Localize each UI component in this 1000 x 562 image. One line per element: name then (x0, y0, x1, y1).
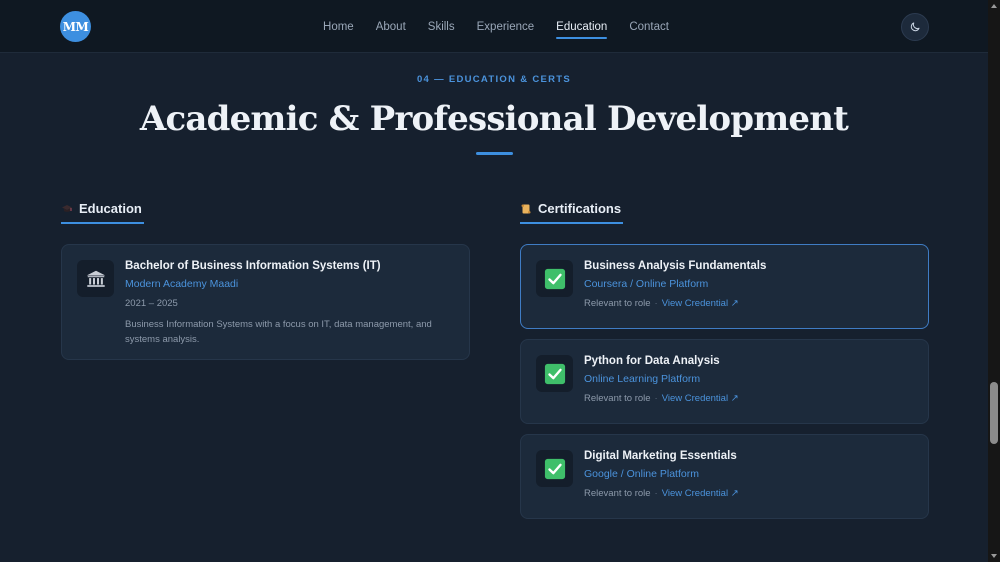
graduation-cap-icon (62, 204, 72, 212)
relevance-label: Relevant to role (584, 488, 651, 499)
certification-title: Python for Data Analysis (584, 355, 720, 367)
nav-home[interactable]: Home (323, 21, 354, 33)
section-eyebrow: 04 — EDUCATION & CERTS (416, 74, 572, 85)
scroll-down-arrow-icon[interactable] (991, 554, 997, 558)
certification-card[interactable]: Business Analysis Fundamentals Coursera … (520, 244, 929, 329)
main-nav: Home About Skills Experience Education C… (0, 0, 988, 53)
certification-card[interactable]: Digital Marketing Essentials Google / On… (520, 434, 929, 519)
meta-separator: · (654, 488, 658, 499)
page-scrollbar[interactable] (988, 0, 1000, 562)
scroll-icon (521, 204, 531, 213)
certification-meta: Relevant to role · View Credential ↗ (584, 393, 739, 404)
certification-icon-box (536, 260, 573, 297)
certifications-heading: Certifications (520, 201, 624, 224)
theme-toggle-button[interactable] (901, 13, 929, 41)
page-title: Academic & Professional Development (139, 99, 849, 139)
meta-separator: · (654, 393, 658, 404)
relevance-label: Relevant to role (584, 393, 651, 404)
certification-provider: Coursera / Online Platform (584, 278, 709, 290)
relevance-label: Relevant to role (584, 298, 651, 309)
view-credential-link[interactable]: View Credential ↗ (662, 488, 739, 499)
degree-title: Bachelor of Business Information Systems… (125, 260, 381, 272)
certifications-heading-label: Certifications (538, 201, 622, 216)
top-navigation-bar: MM Home About Skills Experience Educatio… (0, 0, 988, 53)
check-mark-icon (544, 268, 565, 289)
scrollbar-thumb[interactable] (990, 382, 998, 444)
institution-name: Modern Academy Maadi (125, 278, 239, 290)
education-heading-label: Education (79, 201, 142, 216)
certification-meta: Relevant to role · View Credential ↗ (584, 488, 739, 499)
classical-building-icon (86, 270, 105, 287)
scroll-up-arrow-icon[interactable] (991, 4, 997, 8)
certification-card[interactable]: Python for Data Analysis Online Learning… (520, 339, 929, 424)
check-mark-icon (544, 363, 565, 384)
education-description: Business Information Systems with a focu… (125, 319, 432, 345)
education-icon-box (77, 260, 114, 297)
nav-contact[interactable]: Contact (629, 21, 669, 33)
education-card: Bachelor of Business Information Systems… (61, 244, 470, 360)
meta-separator: · (654, 298, 658, 309)
certification-meta: Relevant to role · View Credential ↗ (584, 298, 739, 309)
nav-experience[interactable]: Experience (477, 21, 535, 33)
nav-skills[interactable]: Skills (428, 21, 455, 33)
certification-icon-box (536, 355, 573, 392)
certification-title: Digital Marketing Essentials (584, 450, 737, 462)
nav-about[interactable]: About (376, 21, 406, 33)
moon-icon (910, 22, 920, 32)
check-mark-icon (544, 458, 565, 479)
certification-provider: Online Learning Platform (584, 373, 701, 385)
certification-icon-box (536, 450, 573, 487)
certification-title: Business Analysis Fundamentals (584, 260, 767, 272)
certification-provider: Google / Online Platform (584, 468, 699, 480)
title-underline (476, 152, 513, 155)
nav-education[interactable]: Education (556, 21, 608, 39)
education-heading: Education (61, 201, 144, 224)
education-years: 2021 – 2025 (125, 298, 178, 309)
view-credential-link[interactable]: View Credential ↗ (662, 298, 739, 309)
view-credential-link[interactable]: View Credential ↗ (662, 393, 739, 404)
